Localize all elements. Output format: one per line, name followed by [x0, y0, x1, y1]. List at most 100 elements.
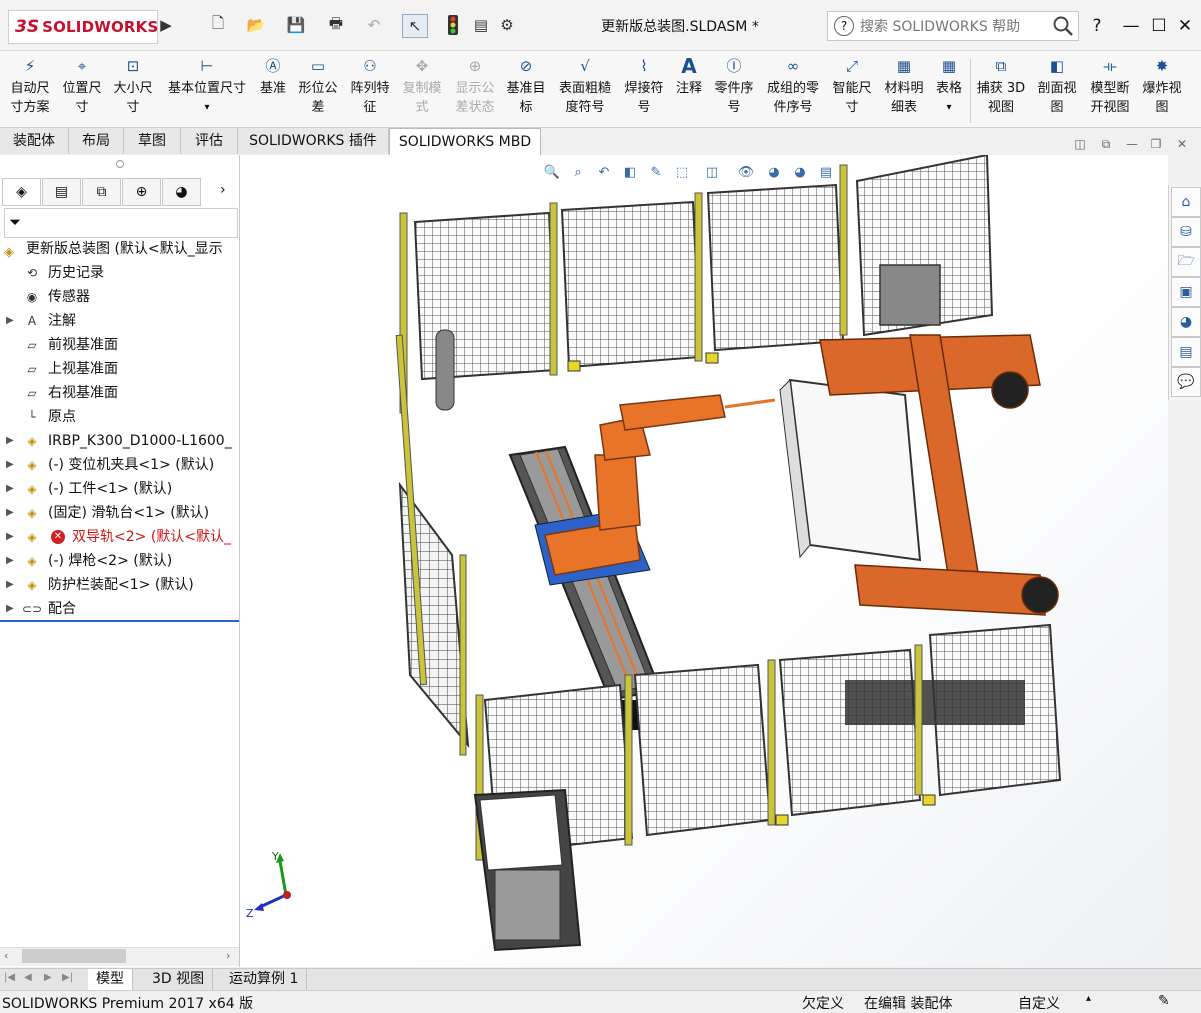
- undo-icon[interactable]: ↶: [362, 14, 386, 36]
- feature-manager-tab-icon[interactable]: ◈: [2, 178, 41, 206]
- expand-arrow-icon[interactable]: ▶: [6, 429, 16, 453]
- apply-scene-icon[interactable]: ◕: [790, 162, 810, 182]
- smart-dimension-button[interactable]: ⤢ 智能尺 寸: [828, 55, 876, 117]
- dropdown-arrow-icon[interactable]: ▾: [162, 98, 252, 117]
- basic-location-dimension-button[interactable]: ⊢ 基本位置尺寸 ▾: [162, 55, 252, 117]
- expand-arrow-icon[interactable]: ▶: [6, 549, 16, 573]
- scrollbar-thumb[interactable]: [22, 949, 126, 963]
- view-palette-icon[interactable]: ▣: [1171, 277, 1201, 307]
- tree-item-origin[interactable]: └ 原点: [0, 405, 238, 429]
- balloon-button[interactable]: Ⓘ 零件序 号: [710, 55, 758, 117]
- auto-dimension-scheme-button[interactable]: ⚡ 自动尺 寸方案: [4, 55, 56, 117]
- tree-item-slide-table[interactable]: ▶ ◈ (固定) 滑轨台<1> (默认): [0, 501, 238, 525]
- search-input[interactable]: 搜索 SOLIDWORKS 帮助: [860, 16, 1052, 36]
- menu-expand-icon[interactable]: ▶: [158, 14, 174, 36]
- hide-show-items-icon[interactable]: 👁: [736, 162, 756, 182]
- datum-target-button[interactable]: ⊘ 基准目 标: [502, 55, 550, 117]
- tree-root-assembly[interactable]: ◈ 更新版总装图 (默认<默认_显示: [0, 237, 238, 261]
- tree-item-history[interactable]: ⟲ 历史记录: [0, 261, 238, 285]
- tree-item-weld-torch[interactable]: ▶ ◈ (-) 焊枪<2> (默认): [0, 549, 238, 573]
- appearances-scenes-icon[interactable]: ◕: [1171, 307, 1201, 337]
- save-icon[interactable]: 💾: [284, 14, 308, 36]
- weld-symbol-button[interactable]: ⌇ 焊接符 号: [620, 55, 668, 117]
- stacked-balloon-button[interactable]: ∞ 成组的零 件序号: [762, 55, 824, 117]
- filter-funnel-icon[interactable]: ⏷: [9, 213, 21, 231]
- section-view-toggle-icon[interactable]: ◧: [620, 162, 640, 182]
- view-orientation-icon[interactable]: ⬚: [672, 162, 692, 182]
- panel-splitter-handle[interactable]: [116, 160, 124, 168]
- expand-arrow-icon[interactable]: ▶: [6, 453, 16, 477]
- property-manager-tab-icon[interactable]: ▤: [42, 178, 81, 206]
- tree-filter-box[interactable]: ⏷: [4, 208, 238, 238]
- view-settings-icon[interactable]: ▤: [816, 162, 836, 182]
- viewport-restore-icon[interactable]: ◫: [1070, 136, 1090, 152]
- viewport-maximize-icon[interactable]: ❐: [1146, 136, 1166, 152]
- table-button[interactable]: ▦ 表格 ▾: [932, 55, 966, 117]
- scroll-right-icon[interactable]: ›: [226, 949, 230, 962]
- geometric-tolerance-button[interactable]: ▭ 形位公 差: [294, 55, 342, 117]
- tab-sketch[interactable]: 草图: [124, 128, 181, 154]
- copy-scheme-button[interactable]: ✥ 复制模 式: [398, 55, 446, 117]
- solidworks-logo[interactable]: 3S SOLIDWORKS: [8, 10, 158, 44]
- minimize-button[interactable]: —: [1118, 14, 1144, 38]
- previous-view-icon[interactable]: ↶: [594, 162, 614, 182]
- tree-item-workpiece[interactable]: ▶ ◈ (-) 工件<1> (默认): [0, 477, 238, 501]
- note-button[interactable]: A 注释: [672, 55, 706, 98]
- units-custom[interactable]: 自定义: [1018, 993, 1060, 1013]
- pattern-feature-button[interactable]: ⚇ 阵列特 征: [346, 55, 394, 117]
- tree-item-front-plane[interactable]: ▱ 前视基准面: [0, 333, 238, 357]
- show-tolerance-status-button[interactable]: ⊕ 显示公 差状态: [450, 55, 500, 117]
- tab-3d-views[interactable]: 3D 视图: [144, 969, 214, 990]
- help-search-box[interactable]: ? 搜索 SOLIDWORKS 帮助: [827, 11, 1079, 41]
- bom-button[interactable]: ▦ 材料明 细表: [880, 55, 928, 117]
- close-button[interactable]: ✕: [1172, 14, 1198, 38]
- expand-arrow-icon[interactable]: ▶: [6, 501, 16, 525]
- solidworks-forum-icon[interactable]: 💬: [1171, 367, 1201, 397]
- tab-layout[interactable]: 布局: [69, 128, 124, 154]
- custom-properties-icon[interactable]: ▤: [1171, 337, 1201, 367]
- tab-evaluate[interactable]: 评估: [181, 128, 238, 154]
- search-icon[interactable]: [1052, 15, 1074, 37]
- tab-solidworks-addins[interactable]: SOLIDWORKS 插件: [238, 128, 389, 154]
- tree-item-mates[interactable]: ▶ ⊂⊃ 配合: [0, 597, 238, 621]
- location-dimension-button[interactable]: ⌖ 位置尺 寸: [58, 55, 106, 117]
- tab-scroll-prev-icon[interactable]: ◀: [24, 972, 32, 983]
- solidworks-resources-home-icon[interactable]: ⌂: [1171, 187, 1201, 217]
- dimxpert-tab-icon[interactable]: ⊕: [122, 178, 161, 206]
- help-menu-icon[interactable]: ?: [1084, 14, 1110, 38]
- expand-arrow-icon[interactable]: ▶: [6, 525, 16, 549]
- tree-item-top-plane[interactable]: ▱ 上视基准面: [0, 357, 238, 381]
- expand-arrow-icon[interactable]: ▶: [6, 573, 16, 597]
- viewport-close-icon[interactable]: ✕: [1172, 136, 1192, 152]
- assembly-model-view[interactable]: [240, 155, 1168, 967]
- tree-item-sensors[interactable]: ◉ 传感器: [0, 285, 238, 309]
- display-manager-tab-icon[interactable]: ◕: [162, 178, 201, 206]
- tab-scroll-last-icon[interactable]: ▶|: [62, 972, 73, 983]
- file-explorer-icon[interactable]: 🗁: [1171, 247, 1201, 277]
- print-icon[interactable]: 🖶: [324, 14, 348, 36]
- tree-item-right-plane[interactable]: ▱ 右视基准面: [0, 381, 238, 405]
- options-gear-icon[interactable]: ⚙: [496, 14, 518, 36]
- file-properties-icon[interactable]: ▤: [470, 14, 492, 36]
- design-library-icon[interactable]: ⛁: [1171, 217, 1201, 247]
- tab-solidworks-mbd[interactable]: SOLIDWORKS MBD: [389, 128, 541, 155]
- model-break-view-button[interactable]: ⟛ 模型断 开视图: [1084, 55, 1136, 117]
- tab-motion-study[interactable]: 运动算例 1: [221, 969, 308, 990]
- viewport-tile-icon[interactable]: ⧉: [1096, 136, 1116, 152]
- tab-model[interactable]: 模型: [88, 969, 133, 990]
- dynamic-annotation-icon[interactable]: ✎: [646, 162, 666, 182]
- expand-arrow-icon[interactable]: ▶: [6, 477, 16, 501]
- rebuild-traffic-light-icon[interactable]: [444, 14, 462, 36]
- panel-tabs-more-icon[interactable]: ›: [220, 182, 226, 198]
- graphics-area[interactable]: Y Z: [240, 155, 1168, 967]
- tab-assembly[interactable]: 装配体: [0, 128, 69, 154]
- zoom-to-area-icon[interactable]: ⌕: [568, 162, 588, 182]
- new-document-icon[interactable]: 🗋: [206, 14, 230, 36]
- scroll-left-icon[interactable]: ‹: [4, 949, 8, 962]
- edit-appearance-icon[interactable]: ◕: [764, 162, 784, 182]
- select-pointer-icon[interactable]: ↖: [402, 14, 428, 38]
- maximize-button[interactable]: ☐: [1146, 14, 1172, 38]
- tree-item-double-rail[interactable]: ▶ ◈ ✕ 双导轨<2> (默认<默认_: [0, 525, 238, 549]
- help-tooltip-icon[interactable]: ✎: [1158, 993, 1170, 1009]
- datum-button[interactable]: Ⓐ 基准: [256, 55, 290, 98]
